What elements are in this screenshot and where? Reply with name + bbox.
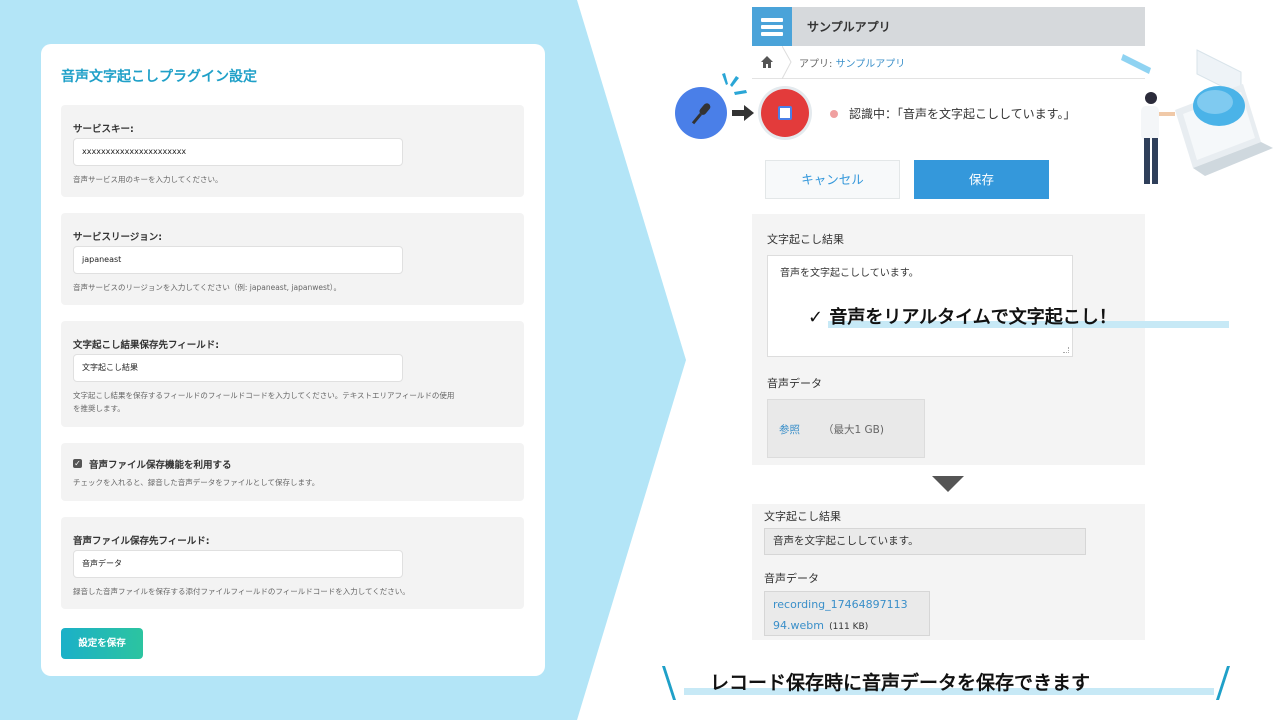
settings-title: 音声文字起こしプラグイン設定 [61,69,257,85]
service-key-section: サービスキー: xxxxxxxxxxxxxxxxxxxxxx 音声サービス用のキ… [61,105,524,197]
audio-file-link-line2[interactable]: 94.webm [773,619,824,632]
service-region-label: サービスリージョン: [73,232,163,243]
sound-sparks-icon [722,73,747,95]
result-field-input[interactable]: 文字起こし結果 [73,354,403,382]
arrow-right-icon [732,105,754,121]
left-accent-slash-icon [662,666,676,700]
stop-icon [778,106,792,120]
app-name: サンプルアプリ [807,20,891,34]
transcript-textarea-value: 音声を文字起こししています。 [780,268,919,279]
plugin-settings-card: 音声文字起こしプラグイン設定 サービスキー: xxxxxxxxxxxxxxxxx… [41,44,545,676]
stop-recording-button[interactable] [758,86,812,140]
audio-save-checkbox[interactable]: ✓ [73,459,82,468]
person-with-laptop-illustration [1121,49,1273,184]
result-field-label: 文字起こし結果保存先フィールド: [73,340,220,351]
save-button[interactable]: 保存 [914,160,1049,199]
result-audio-file: recording_17464897113 94.webm (111 KB) [764,591,930,636]
resize-grip-icon[interactable] [1063,347,1069,353]
app-header: サンプルアプリ [752,7,1145,46]
audio-save-label[interactable]: 音声ファイル保存機能を利用する [89,457,232,471]
max-size-label: （最大1 GB) [823,424,884,436]
result-field-help-line1: 文字起こし結果を保存するフィールドのフィールドコードを入力してください。テキスト… [73,391,455,400]
audio-field-help: 録音した音声ファイルを保存する添付ファイルフィールドのフィールドコードを入力して… [73,587,410,596]
service-region-section: サービスリージョン: japaneast 音声サービスのリージョンを入力してくだ… [61,213,524,305]
down-arrow-icon [932,476,964,492]
audio-file-link-line1[interactable]: recording_17464897113 [773,595,921,614]
service-region-input[interactable]: japaneast [73,246,403,274]
breadcrumb: アプリ: サンプルアプリ [752,46,1145,79]
result-field-help: 文字起こし結果を保存するフィールドのフィールドコードを入力してください。テキスト… [73,389,513,415]
breadcrumb-app-link[interactable]: サンプルアプリ [836,59,906,70]
result-field-help-line2: を推奨します。 [73,404,125,413]
service-key-input[interactable]: xxxxxxxxxxxxxxxxxxxxxx [73,138,403,166]
cancel-button[interactable]: キャンセル [765,160,900,199]
audio-field-section: 音声ファイル保存先フィールド: 音声データ 録音した音声ファイルを保存する添付フ… [61,517,524,609]
feature-callout: ✓ 音声をリアルタイムで文字起こし！ [808,307,1117,328]
right-accent-slash-icon [1216,666,1230,700]
breadcrumb-text: アプリ: サンプルアプリ [799,55,905,70]
file-upload-box: 参照 （最大1 GB) [767,399,925,458]
result-transcript-value: 音声を文字起こししています。 [764,528,1086,555]
recognition-status: 認識中：「音声を文字起こししています。」 [849,107,1076,121]
browse-link[interactable]: 参照 [779,422,800,437]
transcript-field-label: 文字起こし結果 [767,233,844,246]
audio-field-label: 音声データ [767,377,822,390]
result-transcript-label: 文字起こし結果 [764,510,841,523]
save-settings-button[interactable]: 設定を保存 [61,628,143,659]
breadcrumb-separator-icon [782,46,792,79]
audio-field-label: 音声ファイル保存先フィールド: [73,536,210,547]
app-list-icon [752,7,792,46]
service-key-label: サービスキー: [73,124,134,135]
record-saved-view: 文字起こし結果 音声を文字起こししています。 音声データ recording_1… [752,504,1145,640]
result-audio-label: 音声データ [764,572,819,585]
home-icon[interactable] [760,55,774,69]
breadcrumb-prefix: アプリ: [799,59,836,70]
result-field-section: 文字起こし結果保存先フィールド: 文字起こし結果 文字起こし結果を保存するフィー… [61,321,524,427]
service-region-help: 音声サービスのリージョンを入力してください（例: japaneast, japa… [73,283,342,292]
audio-field-input[interactable]: 音声データ [73,550,403,578]
audio-file-size: (111 KB) [829,622,869,632]
service-key-help: 音声サービス用のキーを入力してください。 [73,175,223,184]
recording-indicator [830,110,838,118]
audio-save-section: ✓ 音声ファイル保存機能を利用する チェックを入れると、録音した音声データをファ… [61,443,524,501]
audio-save-help: チェックを入れると、録音した音声データをファイルとして保存します。 [73,478,320,487]
record-edit-form: 文字起こし結果 音声を文字起こししています。 音声データ 参照 （最大1 GB) [752,214,1145,465]
bottom-caption: レコード保存時に音声データを保存できます [710,672,1091,694]
